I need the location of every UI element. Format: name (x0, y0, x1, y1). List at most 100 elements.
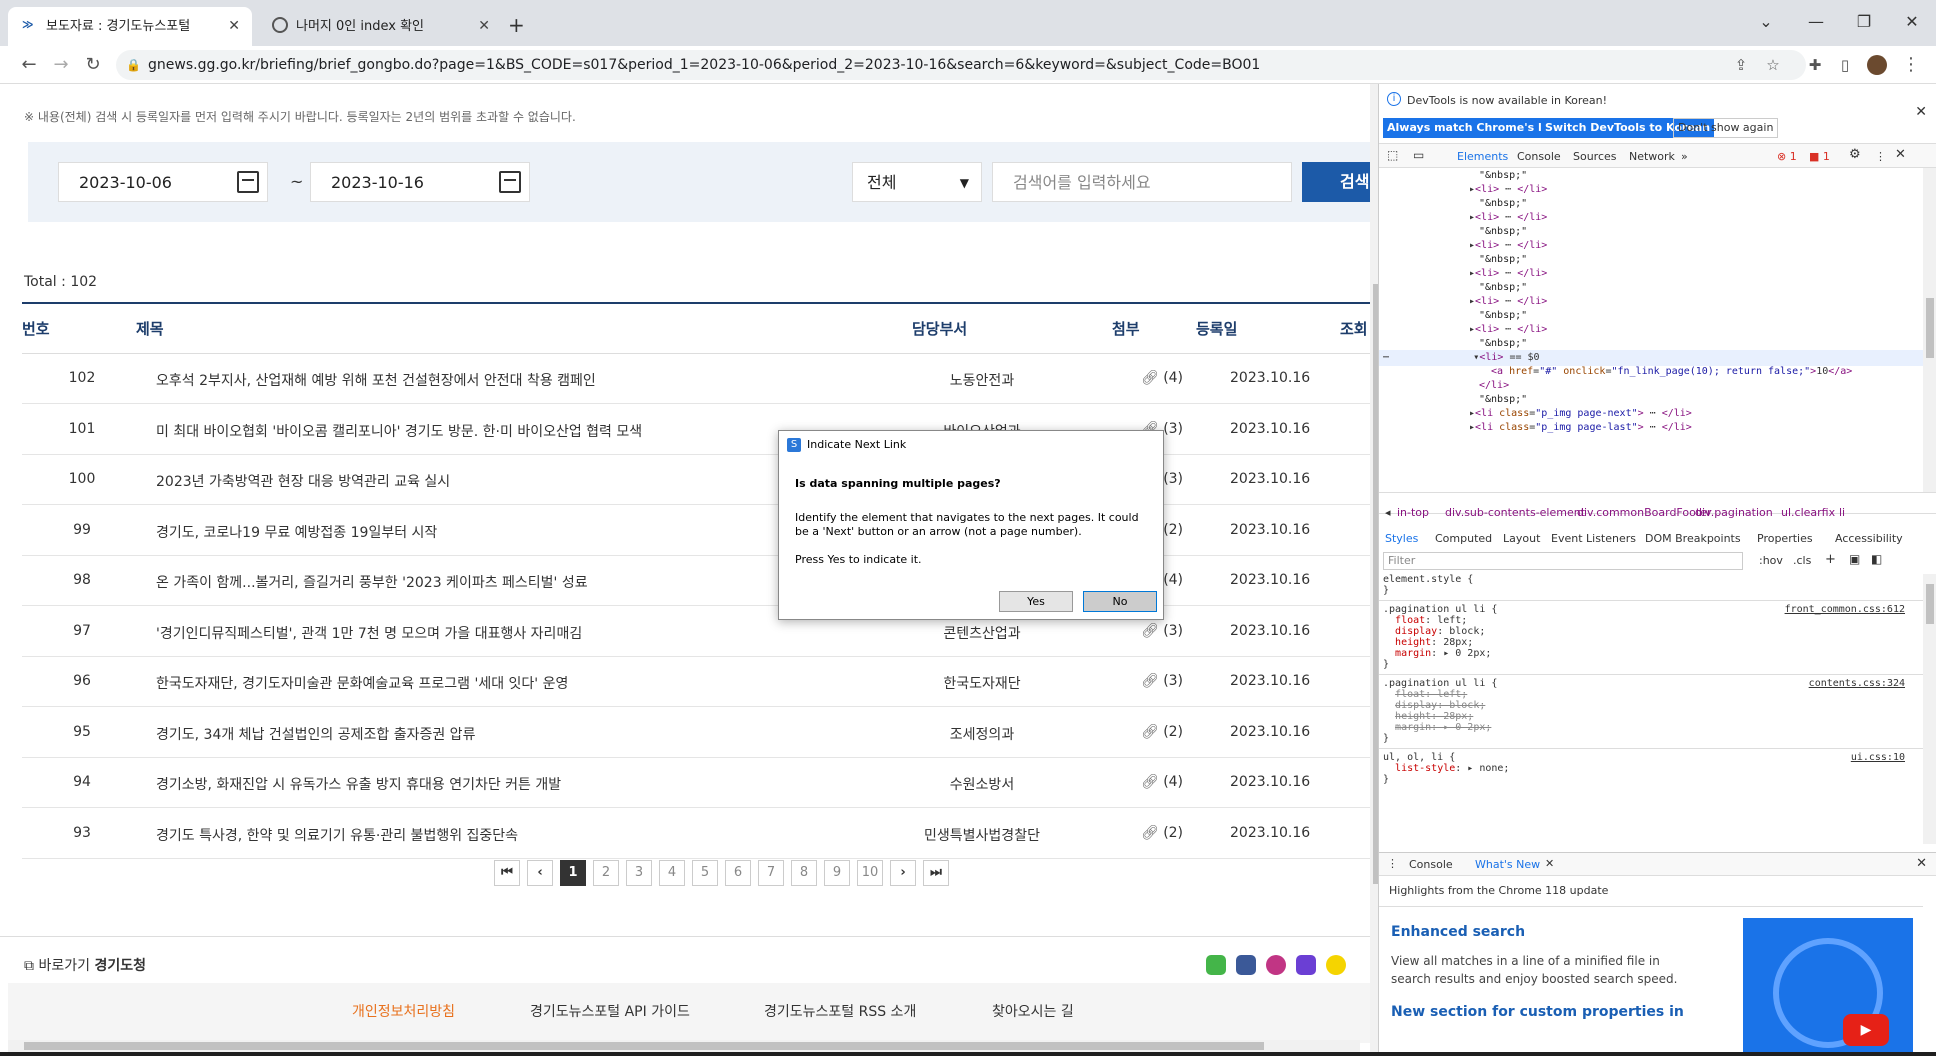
footer-link-privacy[interactable]: 개인정보처리방침 (352, 1001, 455, 1021)
table-row[interactable]: 102 오후석 2부지사, 산업재해 예방 위해 포천 건설현장에서 안전대 착용… (22, 354, 1370, 404)
table-row[interactable]: 98 온 가족이 함께...볼거리, 즐길거리 풍부한 '2023 케이파츠 페스… (22, 556, 1370, 606)
device-toolbar-icon[interactable]: ▭ (1413, 148, 1424, 162)
table-row[interactable]: 99경기도, 코로나19 무료 예방접종 19일부터 시작🔗︎ (2)2023.… (22, 506, 1370, 556)
tab-styles[interactable]: Styles (1385, 532, 1418, 545)
page-number-button[interactable]: 9 (824, 860, 850, 886)
yes-button[interactable]: Yes (999, 591, 1073, 612)
enhanced-search-title[interactable]: Enhanced search (1391, 924, 1525, 940)
whats-new-video-thumbnail[interactable]: ▶ (1743, 918, 1913, 1056)
keyword-input[interactable]: 검색어를 입력하세요 (992, 162, 1292, 202)
toggle-computed-icon[interactable]: ▣ (1849, 552, 1860, 566)
dom-node[interactable]: ▸<li> ⋯ </li> (1469, 240, 1547, 251)
reload-icon[interactable]: ↻ (78, 50, 108, 80)
next-page-button[interactable]: › (890, 860, 916, 886)
page-number-button[interactable]: 10 (857, 860, 883, 886)
dom-node[interactable]: ▸<li class="p_img page-last"> ⋯ </li> (1469, 422, 1692, 433)
breadcrumb-item[interactable]: div.sub-contents-element (1445, 506, 1585, 519)
dom-node[interactable]: ▸<li> ⋯ </li> (1469, 296, 1547, 307)
tab-properties[interactable]: Properties (1757, 532, 1813, 545)
page-number-button[interactable]: 5 (692, 860, 718, 886)
page-number-button[interactable]: 1 (560, 860, 586, 886)
row-title-link[interactable]: 경기도 특사경, 한약 및 의료기기 유통·관리 불법행위 집중단속 (156, 825, 518, 845)
restore-icon[interactable]: ❐ (1844, 6, 1884, 38)
dom-node[interactable]: ▸<li class="p_img page-next"> ⋯ </li> (1469, 408, 1692, 419)
table-row[interactable]: 1002023년 가축방역관 현장 대응 방역관리 교육 실시🔗︎ (3)202… (22, 455, 1370, 505)
css-source-link[interactable]: front_common.css:612 (1785, 604, 1905, 615)
close-devtools-icon[interactable]: ✕ (1895, 147, 1906, 162)
drawer-menu-icon[interactable]: ⋮ (1387, 857, 1398, 870)
scrollbar-thumb[interactable] (1926, 584, 1934, 624)
close-drawer-icon[interactable]: ✕ (1916, 856, 1927, 871)
row-title-link[interactable]: 미 최대 바이오협회 '바이오콤 캘리포니아' 경기도 방문. 한·미 바이오산… (156, 421, 642, 441)
row-title-link[interactable]: 오후석 2부지사, 산업재해 예방 위해 포천 건설현장에서 안전대 착용 캠페… (156, 370, 596, 390)
footer-link-rss[interactable]: 경기도뉴스포털 RSS 소개 (764, 1001, 916, 1021)
breadcrumb-item[interactable]: div.commonBoardFooter (1577, 506, 1711, 519)
warning-count[interactable]: ■ 1 (1809, 150, 1830, 163)
tab-dom-breakpoints[interactable]: DOM Breakpoints (1645, 532, 1741, 545)
first-page-button[interactable]: ⏮ (494, 860, 520, 886)
error-count[interactable]: ⊗ 1 (1777, 150, 1797, 163)
close-whats-new-icon[interactable]: ✕ (1545, 857, 1554, 870)
calendar-icon[interactable] (237, 171, 259, 193)
page-number-button[interactable]: 6 (725, 860, 751, 886)
breadcrumb-item[interactable]: in-top (1397, 506, 1429, 519)
row-attachment[interactable]: 🔗︎ (3) (1132, 673, 1192, 689)
search-button[interactable]: 검색 (1302, 162, 1370, 202)
tab-network[interactable]: Network (1629, 150, 1675, 163)
facebook-icon[interactable] (1236, 955, 1256, 975)
tab-computed[interactable]: Computed (1435, 532, 1492, 545)
styles-scrollbar[interactable] (1923, 574, 1936, 844)
row-attachment[interactable]: 🔗︎ (2) (1132, 724, 1192, 740)
table-row[interactable]: 101 미 최대 바이오협회 '바이오콤 캘리포니아' 경기도 방문. 한·미 바… (22, 405, 1370, 455)
table-row[interactable]: 95 경기도, 34개 체납 건설법인의 공제조합 출자증권 압류 조세정의과 🔗︎ … (22, 708, 1370, 758)
table-row[interactable]: 93 경기도 특사경, 한약 및 의료기기 유통·관리 불법행위 집중단속 민생특별… (22, 809, 1370, 859)
tab-gnews[interactable]: ≫ 보도자료 : 경기도뉴스포털 ✕ (8, 7, 252, 46)
blog-icon[interactable] (1206, 955, 1226, 975)
tistory-icon[interactable] (1296, 955, 1316, 975)
share-icon[interactable]: ⇪ (1726, 50, 1756, 80)
side-panel-icon[interactable]: ▯ (1830, 50, 1860, 80)
tab-elements[interactable]: Elements (1457, 150, 1508, 163)
shortcut-link[interactable]: ⧉ 바로가기 경기도청 (24, 955, 146, 975)
table-row[interactable]: 97 '경기인디뮤직페스티벌', 관객 1만 7천 명 모으며 가을 대표행사 자… (22, 607, 1370, 657)
tab-search-icon[interactable]: ⌄ (1746, 6, 1786, 38)
dom-node[interactable]: <a href="#" onclick="fn_link_page(10); r… (1491, 366, 1852, 377)
row-attachment[interactable]: 🔗︎ (4) (1132, 774, 1192, 790)
row-title-link[interactable]: 온 가족이 함께...볼거리, 즐길거리 풍부한 '2023 케이파츠 페스티벌… (156, 572, 588, 592)
scrollbar-thumb[interactable] (1926, 298, 1934, 358)
date-from-input[interactable]: 2023-10-06 (58, 162, 268, 202)
last-page-button[interactable]: ⏭ (923, 860, 949, 886)
breadcrumb-left-icon[interactable]: ◂ (1385, 506, 1391, 519)
page-number-button[interactable]: 7 (758, 860, 784, 886)
forward-icon[interactable]: → (46, 50, 76, 80)
row-attachment[interactable]: 🔗︎ (3) (1132, 623, 1192, 639)
inspect-icon[interactable]: ⬚ (1387, 148, 1398, 162)
bookmark-star-icon[interactable]: ☆ (1758, 50, 1788, 80)
more-tabs-icon[interactable]: » (1681, 150, 1688, 163)
close-tab-icon[interactable]: ✕ (228, 7, 240, 46)
row-attachment[interactable]: 🔗︎ (2) (1132, 825, 1192, 841)
row-title-link[interactable]: 경기소방, 화재진압 시 유독가스 유출 방지 휴대용 연기차단 커튼 개발 (156, 774, 561, 794)
tab-sources[interactable]: Sources (1573, 150, 1617, 163)
page-number-button[interactable]: 2 (593, 860, 619, 886)
kakao-icon[interactable] (1326, 955, 1346, 975)
scrollbar-thumb[interactable] (24, 1042, 1264, 1050)
dom-node-selected[interactable]: ⋯ ▾<li> == $0 (1383, 352, 1540, 363)
play-icon[interactable]: ▶ (1843, 1014, 1889, 1046)
extensions-icon[interactable]: ✚ (1800, 50, 1830, 80)
page-number-button[interactable]: 3 (626, 860, 652, 886)
prev-page-button[interactable]: ‹ (527, 860, 553, 886)
close-window-icon[interactable]: ✕ (1892, 6, 1932, 38)
close-tab-icon[interactable]: ✕ (478, 7, 490, 46)
breadcrumb-item[interactable]: li (1839, 506, 1845, 519)
no-button[interactable]: No (1083, 591, 1157, 612)
row-title-link[interactable]: '경기인디뮤직페스티벌', 관객 1만 7천 명 모으며 가을 대표행사 자리매… (156, 623, 582, 643)
date-to-input[interactable]: 2023-10-16 (310, 162, 530, 202)
instagram-icon[interactable] (1266, 955, 1286, 975)
row-title-link[interactable]: 경기도, 34개 체납 건설법인의 공제조합 출자증권 압류 (156, 724, 475, 744)
dom-node[interactable]: ▸<li> ⋯ </li> (1469, 268, 1547, 279)
tab-layout[interactable]: Layout (1503, 532, 1540, 545)
dom-node[interactable]: ▸<li> ⋯ </li> (1469, 212, 1547, 223)
horizontal-scrollbar[interactable] (8, 1040, 1360, 1052)
address-bar[interactable]: 🔒 gnews.gg.go.kr/briefing/brief_gongbo.d… (116, 50, 1806, 80)
